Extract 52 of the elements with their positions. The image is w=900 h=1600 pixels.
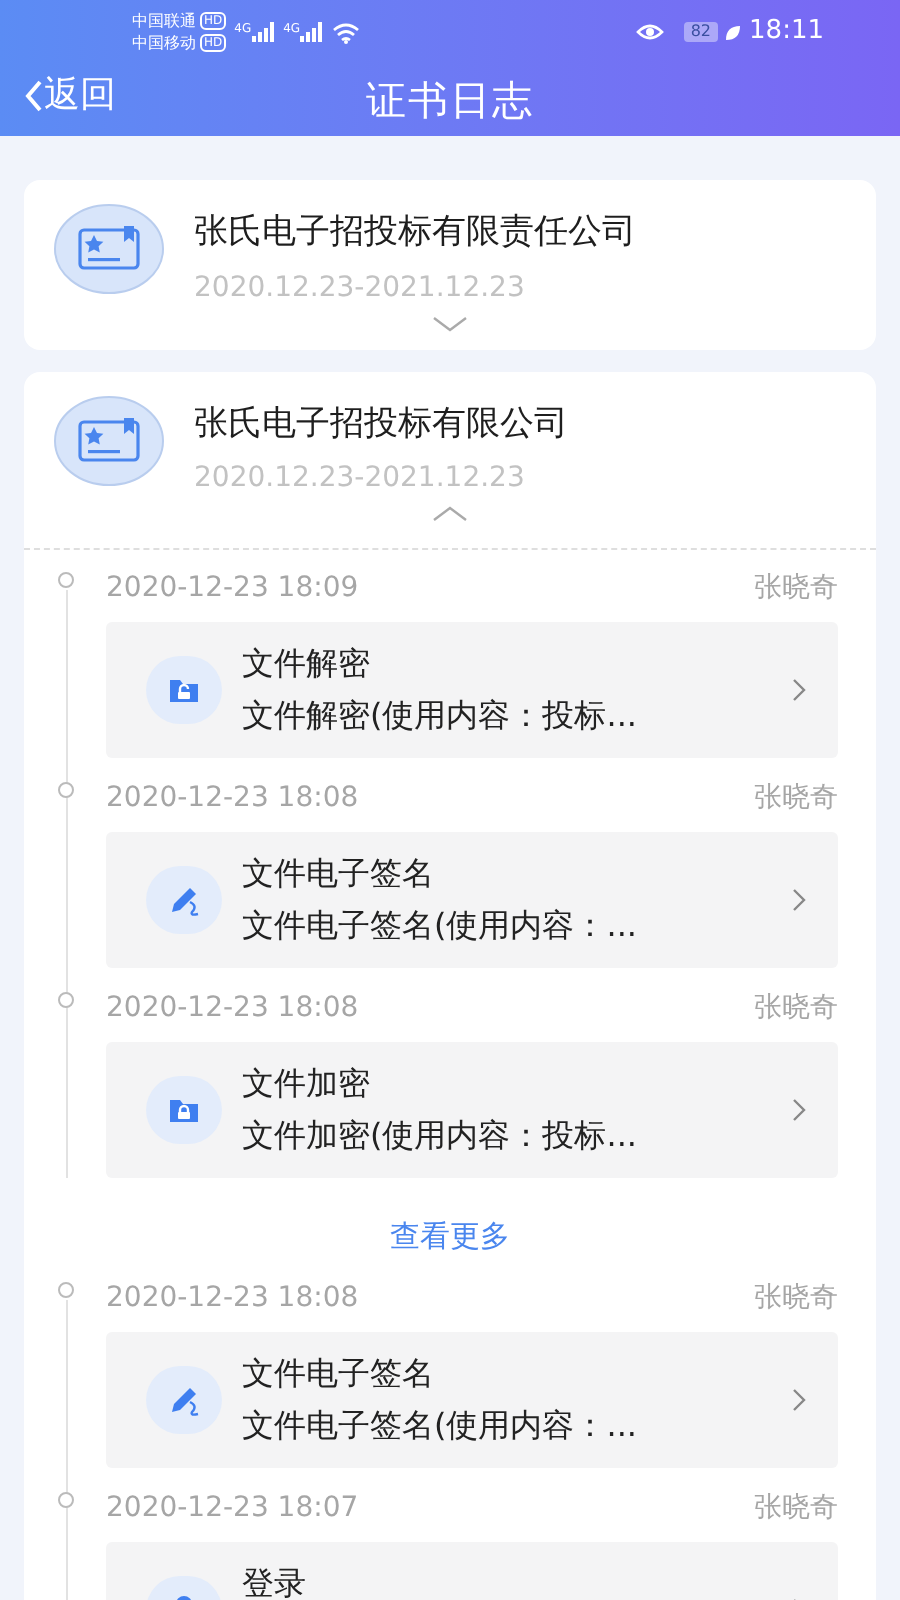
log-detail: 文件电子签名(使用内容：... — [242, 906, 639, 946]
log-detail: 文件电子签名(使用内容：... — [242, 1406, 639, 1446]
log-title: 文件加密 — [242, 1064, 372, 1104]
view-more-link[interactable]: 查看更多 — [390, 1213, 510, 1259]
pen-icon — [166, 1382, 202, 1418]
carrier-name: 中国移动 — [132, 32, 196, 54]
log-detail: 文件加密(使用内容：投标... — [242, 1116, 639, 1156]
validity-period: 2020.12.23-2021.12.23 — [194, 460, 527, 498]
battery-level: 82 — [684, 22, 718, 42]
carrier-name: 中国联通 — [132, 10, 196, 32]
log-time: 2020-12-23 18:07 — [106, 1489, 359, 1527]
certificate-card[interactable] — [24, 371, 876, 1600]
log-title: 文件电子签名 — [242, 854, 436, 894]
log-item[interactable]: 文件加密 文件加密(使用内容：投标... — [106, 1042, 838, 1178]
chevron-right-icon — [792, 1098, 806, 1122]
certificate-card[interactable]: 张氏电子招投标有限责任公司 2020.12.23-2021.12.23 — [24, 180, 876, 349]
company-name: 张氏电子招投标有限公司 — [194, 401, 568, 447]
log-time: 2020-12-23 18:09 — [106, 569, 359, 607]
log-title: 文件电子签名 — [242, 1354, 436, 1394]
wifi-icon — [332, 21, 361, 43]
log-title: 文件解密 — [242, 644, 372, 684]
log-item[interactable]: 文件电子签名 文件电子签名(使用内容：... — [106, 832, 838, 968]
certificate-icon — [54, 395, 164, 485]
pen-icon — [166, 882, 202, 918]
log-user: 张晓奇 — [754, 1279, 838, 1317]
signal-icon — [251, 22, 276, 42]
validity-period: 2020.12.23-2021.12.23 — [194, 269, 527, 307]
log-time: 2020-12-23 18:08 — [106, 1279, 359, 1317]
expand-icon[interactable] — [432, 315, 468, 331]
chevron-right-icon — [792, 888, 806, 912]
log-user: 张晓奇 — [754, 1489, 838, 1527]
log-item[interactable]: 文件解密 文件解密(使用内容：投标... — [106, 622, 838, 758]
log-detail: 文件解密(使用内容：投标... — [242, 696, 639, 736]
clock: 18:11 — [749, 14, 824, 51]
company-name: 张氏电子招投标有限责任公司 — [194, 210, 636, 256]
log-title: 登录 — [242, 1564, 308, 1600]
log-user: 张晓奇 — [754, 989, 838, 1027]
log-user: 张晓奇 — [754, 569, 838, 607]
certificate-icon — [54, 204, 164, 294]
log-item[interactable]: 登录 — [106, 1542, 838, 1600]
page-title: 证书日志 — [366, 74, 534, 128]
signal-icon — [300, 22, 325, 42]
chevron-right-icon — [792, 1388, 806, 1412]
log-item[interactable]: 文件电子签名 文件电子签名(使用内容：... — [106, 1332, 838, 1468]
log-time: 2020-12-23 18:08 — [106, 989, 359, 1027]
leaf-icon — [723, 23, 742, 41]
log-user: 张晓奇 — [754, 779, 838, 817]
chevron-right-icon — [792, 678, 806, 702]
back-icon — [24, 79, 44, 111]
log-time: 2020-12-23 18:08 — [106, 779, 359, 817]
eye-icon — [636, 22, 665, 42]
collapse-icon[interactable] — [432, 506, 468, 522]
